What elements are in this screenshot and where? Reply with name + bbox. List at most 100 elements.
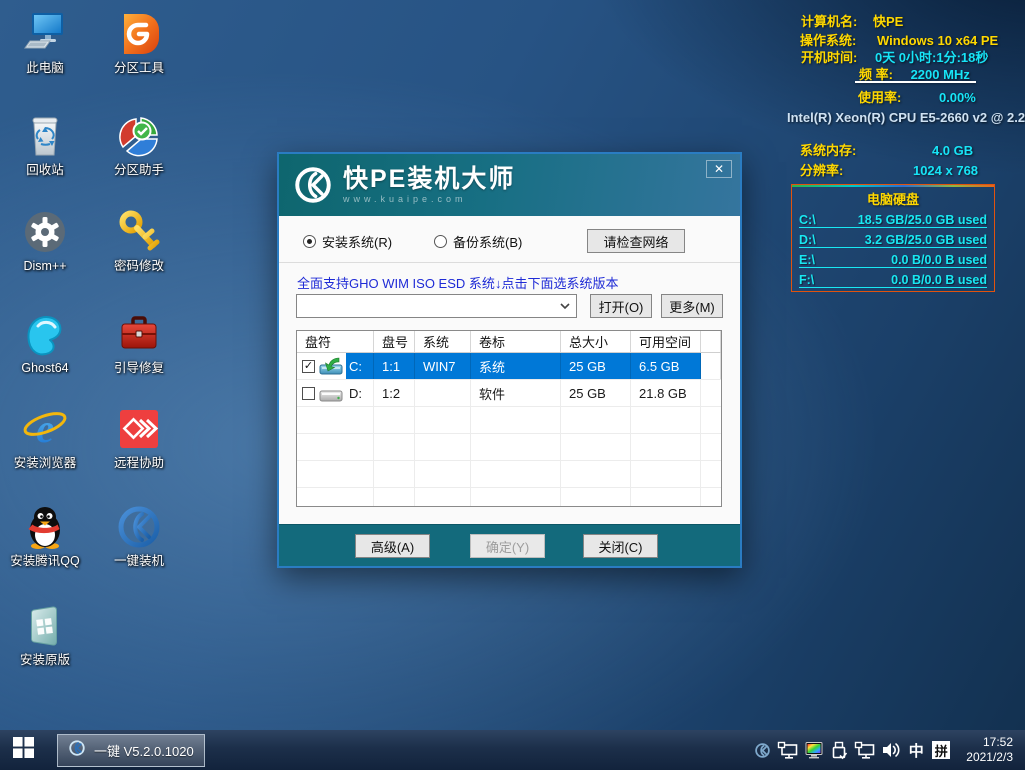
desktop-icon-label: 引导修复 bbox=[94, 361, 184, 375]
os-value: Windows 10 x64 PE bbox=[877, 33, 998, 48]
chevron-down-icon[interactable] bbox=[554, 303, 576, 310]
drive-row-d: D:\ 3.2 GB/25.0 GB used bbox=[799, 228, 987, 248]
desktop-icon-diskgenius[interactable]: 分区工具 bbox=[94, 10, 184, 75]
desktop-icon-boot-repair[interactable]: 引导修复 bbox=[94, 310, 184, 375]
open-button[interactable]: 打开(O) bbox=[590, 294, 652, 318]
divider-line bbox=[855, 81, 976, 83]
ie-browser-icon: e bbox=[21, 405, 69, 453]
close-icon[interactable]: ✕ bbox=[706, 160, 732, 178]
desktop-icon-label: 分区助手 bbox=[94, 163, 184, 177]
table-row-c-selected[interactable]: ✓ C: 1:1 WIN7 系统 25 GB 6.5 GB bbox=[297, 353, 721, 380]
radio-button[interactable] bbox=[434, 235, 447, 248]
diskgenius-icon bbox=[115, 10, 163, 58]
desktop-icon-install-qq[interactable]: 安装腾讯QQ bbox=[0, 503, 90, 568]
taskbar-app-label: 一键 V5.2.0.1020 bbox=[94, 741, 194, 760]
desktop-icon-label: 分区工具 bbox=[94, 61, 184, 75]
check-network-button[interactable]: 请检查网络 bbox=[587, 229, 685, 253]
system-tray: 中 拼 17:52 2021/2/3 bbox=[752, 730, 1019, 770]
usage-row: 使用率: 0.00% bbox=[858, 87, 976, 106]
desktop-icon-recycle-bin[interactable]: 回收站 bbox=[0, 112, 90, 177]
drive-row-e: E:\ 0.0 B/0.0 B used bbox=[799, 248, 987, 268]
desktop-icon-remote-assist[interactable]: 远程协助 bbox=[94, 405, 184, 470]
dialog-website: www.kuaipe.com bbox=[343, 194, 515, 204]
radio-backup-system[interactable]: 备份系统(B) bbox=[434, 232, 522, 251]
computer-name-row: 计算机名: 快PE bbox=[801, 11, 903, 30]
ime-language-indicator[interactable]: 中 bbox=[906, 738, 926, 762]
desktop-icon-partition-assistant[interactable]: 分区助手 bbox=[94, 112, 184, 177]
kuaipe-logo-icon bbox=[68, 739, 86, 762]
drive-row-f: F:\ 0.0 B/0.0 B used bbox=[799, 268, 987, 288]
table-empty-row bbox=[297, 407, 721, 434]
frequency-value: 2200 MHz bbox=[911, 67, 970, 82]
network-icon-2[interactable] bbox=[854, 738, 876, 762]
desktop-icon-install-original[interactable]: 安装原版 bbox=[0, 602, 90, 667]
taskbar-clock[interactable]: 17:52 2021/2/3 bbox=[966, 735, 1019, 765]
drive-row-c: C:\ 18.5 GB/25.0 GB used bbox=[799, 208, 987, 228]
advanced-button[interactable]: 高级(A) bbox=[355, 534, 430, 558]
windows-logo-icon bbox=[13, 737, 34, 763]
dism-gear-icon bbox=[21, 208, 69, 256]
desktop-icon-label: 安装浏览器 bbox=[0, 456, 90, 470]
support-formats-link[interactable]: 全面支持GHO WIM ISO ESD 系统 bbox=[297, 273, 495, 292]
partition-assistant-icon bbox=[115, 112, 163, 160]
desktop-icon-label: 远程协助 bbox=[94, 456, 184, 470]
dialog-title: 快PE装机大师 bbox=[343, 166, 515, 192]
usb-eject-icon[interactable] bbox=[829, 738, 849, 762]
memory-value: 4.0 GB bbox=[932, 143, 973, 158]
desktop-icon-ghost64[interactable]: Ghost64 bbox=[0, 310, 90, 375]
table-header-row: 盘符 盘号 系统 卷标 总大小 可用空间 bbox=[297, 331, 721, 353]
checkbox-unchecked[interactable] bbox=[302, 387, 315, 400]
table-empty-row bbox=[297, 488, 721, 507]
separator bbox=[279, 262, 740, 263]
system-image-combobox[interactable] bbox=[296, 294, 577, 318]
ime-pinyin-indicator[interactable]: 拼 bbox=[931, 738, 951, 762]
ghost-icon bbox=[21, 310, 69, 358]
more-button[interactable]: 更多(M) bbox=[661, 294, 723, 318]
desktop-icon-install-browser[interactable]: e 安装浏览器 bbox=[0, 405, 90, 470]
system-disk-icon bbox=[319, 357, 345, 376]
desktop-icon-dism[interactable]: Dism++ bbox=[0, 208, 90, 273]
usage-value: 0.00% bbox=[939, 90, 976, 105]
windows-installer-icon bbox=[21, 602, 69, 650]
select-version-hint-link[interactable]: ↓点击下面选系统版本 bbox=[495, 273, 619, 292]
table-row-d[interactable]: D: 1:2 软件 25 GB 21.8 GB bbox=[297, 380, 721, 407]
desktop-icon-label: Ghost64 bbox=[0, 361, 90, 375]
desktop-icon-label: 一键装机 bbox=[94, 554, 184, 568]
close-button[interactable]: 关闭(C) bbox=[583, 534, 658, 558]
desktop-icon-one-click-install[interactable]: 一键装机 bbox=[94, 503, 184, 568]
dialog-footer: 高级(A) 确定(Y) 关闭(C) bbox=[279, 524, 740, 566]
partition-table: 盘符 盘号 系统 卷标 总大小 可用空间 ✓ bbox=[296, 330, 722, 507]
table-empty-row bbox=[297, 434, 721, 461]
network-icon[interactable] bbox=[777, 738, 799, 762]
kuaipe-logo-icon bbox=[292, 164, 334, 206]
radio-install-system[interactable]: 安装系统(R) bbox=[303, 232, 392, 251]
memory-row: 系统内存: 4.0 GB bbox=[800, 140, 973, 159]
recycle-bin-icon bbox=[21, 112, 69, 160]
clock-date: 2021/2/3 bbox=[966, 750, 1013, 765]
display-settings-icon[interactable] bbox=[804, 738, 824, 762]
desktop-icon-label: 安装腾讯QQ bbox=[0, 554, 90, 568]
desktop: { "desktop": { "icons": [ { "label": "此电… bbox=[0, 0, 1025, 770]
clock-time: 17:52 bbox=[966, 735, 1013, 750]
computer-name-value: 快PE bbox=[873, 14, 903, 29]
speaker-icon[interactable] bbox=[881, 738, 901, 762]
resolution-value: 1024 x 768 bbox=[913, 163, 978, 178]
ok-button[interactable]: 确定(Y) bbox=[470, 534, 545, 558]
resolution-row: 分辨率: 1024 x 768 bbox=[800, 160, 978, 179]
disk-usage-panel: 电脑硬盘 C:\ 18.5 GB/25.0 GB used D:\ 3.2 GB… bbox=[791, 184, 995, 292]
checkbox-checked[interactable]: ✓ bbox=[302, 360, 315, 373]
kuaipe-tray-icon[interactable] bbox=[752, 738, 772, 762]
start-button[interactable] bbox=[0, 730, 46, 770]
dialog-header: 快PE装机大师 www.kuaipe.com ✕ bbox=[279, 154, 740, 216]
desktop-icon-this-pc[interactable]: 此电脑 bbox=[0, 10, 90, 75]
dialog-titles: 快PE装机大师 www.kuaipe.com bbox=[343, 166, 515, 204]
radio-button-selected[interactable] bbox=[303, 235, 316, 248]
remote-assist-icon bbox=[115, 405, 163, 453]
uptime-value: 0天 0小时:1分:18秒 bbox=[875, 50, 988, 65]
desktop-icon-password-change[interactable]: 密码修改 bbox=[94, 208, 184, 273]
desktop-icon-label: 安装原版 bbox=[0, 653, 90, 667]
taskbar-app-kuaipe[interactable]: 一键 V5.2.0.1020 bbox=[57, 734, 205, 767]
desktop-icon-label: 密码修改 bbox=[94, 259, 184, 273]
cpu-model: Intel(R) Xeon(R) CPU E5-2660 v2 @ 2.20GH… bbox=[787, 110, 1025, 125]
table-empty-row bbox=[297, 461, 721, 488]
